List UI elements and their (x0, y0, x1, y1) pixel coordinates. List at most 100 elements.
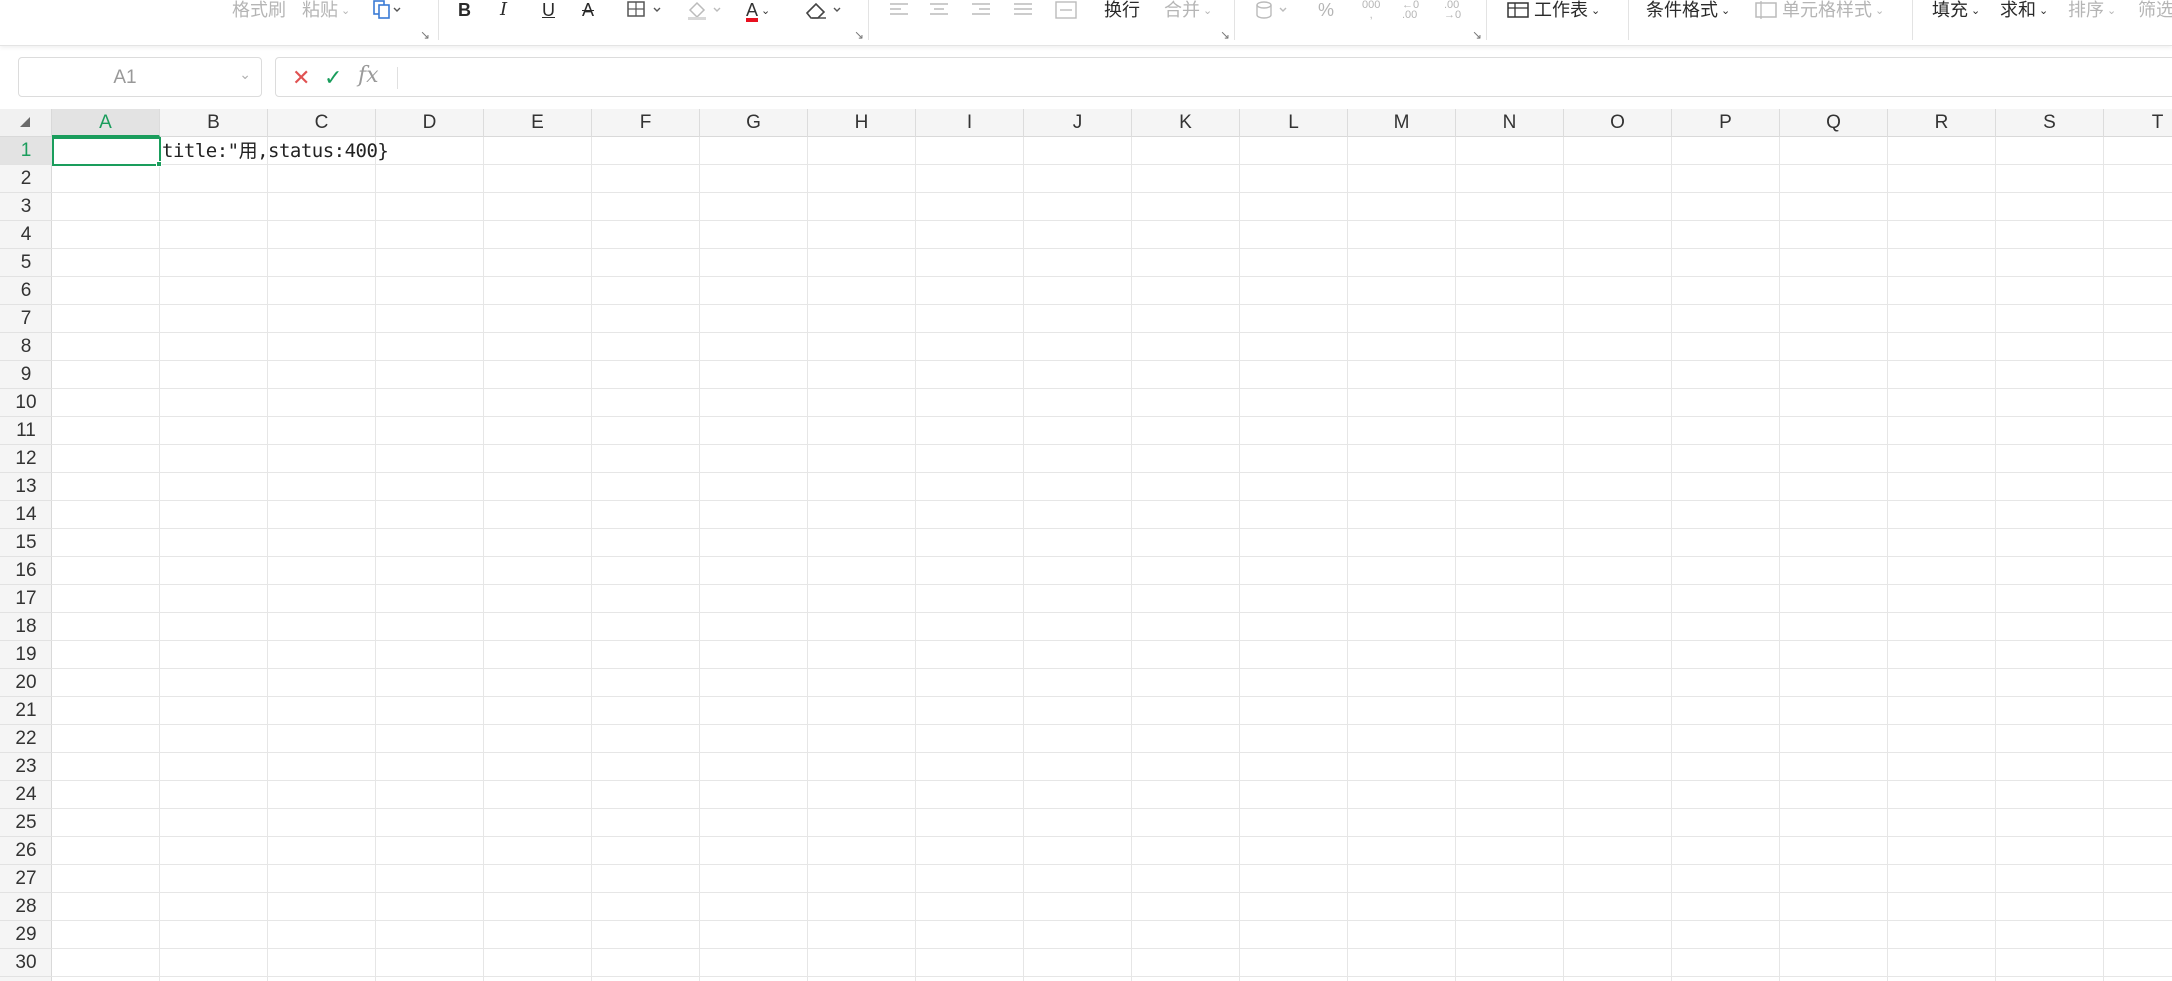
align-center-button[interactable] (928, 0, 950, 20)
active-cell-a1[interactable] (52, 137, 161, 166)
cell-b1[interactable]: title:"用,status:400} (162, 139, 389, 163)
row-header-14[interactable]: 14 (0, 501, 52, 529)
row-header-1[interactable]: 1 (0, 137, 52, 165)
column-header-g[interactable]: G (700, 109, 808, 137)
column-header-s[interactable]: S (1996, 109, 2104, 137)
row-header-30[interactable]: 30 (0, 949, 52, 977)
column-header-f[interactable]: F (592, 109, 700, 137)
column-header-b[interactable]: B (160, 109, 268, 137)
column-header-q[interactable]: Q (1780, 109, 1888, 137)
sum-label: 求和 (2000, 0, 2036, 20)
select-all-corner[interactable] (0, 109, 52, 137)
format-painter-button[interactable]: 格式刷 (232, 0, 286, 20)
chevron-down-icon: ⌄ (1721, 5, 1731, 17)
column-header-h[interactable]: H (808, 109, 916, 137)
conditional-format-button[interactable]: 条件格式 ⌄ (1646, 0, 1730, 20)
row-header-20[interactable]: 20 (0, 669, 52, 697)
row-header-8[interactable]: 8 (0, 333, 52, 361)
row-header-10[interactable]: 10 (0, 389, 52, 417)
decrease-decimal-button[interactable]: .00 →0 (1444, 0, 1461, 21)
align-right-button[interactable] (970, 0, 992, 20)
column-header-r[interactable]: R (1888, 109, 1996, 137)
row-header-4[interactable]: 4 (0, 221, 52, 249)
cancel-icon[interactable]: ✕ (292, 65, 310, 91)
bold-button[interactable]: B (458, 0, 471, 20)
underline-button[interactable]: U (542, 0, 555, 20)
row-header-17[interactable]: 17 (0, 585, 52, 613)
clear-button[interactable] (804, 0, 846, 20)
ribbon-separator (1234, 0, 1235, 40)
borders-button[interactable] (626, 0, 666, 20)
font-color-button[interactable]: A ⌄ (746, 0, 770, 22)
row-header-3[interactable]: 3 (0, 193, 52, 221)
row-header-25[interactable]: 25 (0, 809, 52, 837)
fill-handle[interactable] (156, 161, 162, 167)
merge-button[interactable]: 合并 ⌄ (1164, 0, 1212, 20)
justify-button[interactable] (1012, 0, 1034, 20)
column-header-d[interactable]: D (376, 109, 484, 137)
column-header-e[interactable]: E (484, 109, 592, 137)
percent-button[interactable]: % (1318, 0, 1334, 20)
sort-button[interactable]: 排序 ⌄ (2068, 0, 2116, 20)
row-header-28[interactable]: 28 (0, 893, 52, 921)
row-header-23[interactable]: 23 (0, 753, 52, 781)
confirm-icon[interactable]: ✓ (324, 65, 342, 91)
row-header-27[interactable]: 27 (0, 865, 52, 893)
number-launcher-icon[interactable]: ↘ (1472, 28, 1482, 42)
cell-style-button[interactable]: 单元格样式 ⌄ (1754, 0, 1884, 20)
number-format-button[interactable] (1254, 0, 1294, 20)
wrap-text-button[interactable]: 换行 (1104, 0, 1140, 20)
name-box[interactable]: A1 ⌄ (18, 57, 262, 97)
font-launcher-icon[interactable]: ↘ (854, 28, 864, 42)
sum-button[interactable]: 求和 ⌄ (2000, 0, 2048, 20)
column-header-m[interactable]: M (1348, 109, 1456, 137)
insert-function-icon[interactable]: fx (358, 63, 379, 88)
alignment-launcher-icon[interactable]: ↘ (1220, 28, 1230, 42)
align-left-button[interactable] (888, 0, 910, 20)
increase-decimal-button[interactable]: ←0.00 (1402, 0, 1419, 21)
row-header-11[interactable]: 11 (0, 417, 52, 445)
row-header-16[interactable]: 16 (0, 557, 52, 585)
filter-button[interactable]: 筛选 (2138, 0, 2172, 20)
row-header-5[interactable]: 5 (0, 249, 52, 277)
row-header-6[interactable]: 6 (0, 277, 52, 305)
row-header-24[interactable]: 24 (0, 781, 52, 809)
column-header-o[interactable]: O (1564, 109, 1672, 137)
paste-button[interactable]: 粘贴 ⌄ (302, 0, 350, 20)
row-header-13[interactable]: 13 (0, 473, 52, 501)
row-header-21[interactable]: 21 (0, 697, 52, 725)
column-header-t[interactable]: T (2104, 109, 2172, 137)
fill-button[interactable]: 填充 ⌄ (1932, 0, 1980, 20)
worksheet-button[interactable]: 工作表 ⌄ (1506, 0, 1600, 20)
column-header-a[interactable]: A (52, 109, 160, 137)
copy-format-icon (373, 0, 401, 19)
row-header-19[interactable]: 19 (0, 641, 52, 669)
distributed-align-button[interactable] (1054, 0, 1078, 20)
column-header-i[interactable]: I (916, 109, 1024, 137)
cell-grid[interactable]: title:"用,status:400} (52, 137, 2172, 981)
row-header-15[interactable]: 15 (0, 529, 52, 557)
paste-special-button[interactable] (372, 0, 402, 20)
column-header-k[interactable]: K (1132, 109, 1240, 137)
column-header-j[interactable]: J (1024, 109, 1132, 137)
chevron-down-icon[interactable]: ⌄ (239, 66, 251, 83)
fill-color-button[interactable] (686, 0, 726, 20)
row-header-9[interactable]: 9 (0, 361, 52, 389)
row-header-12[interactable]: 12 (0, 445, 52, 473)
row-header-29[interactable]: 29 (0, 921, 52, 949)
column-header-n[interactable]: N (1456, 109, 1564, 137)
row-header-22[interactable]: 22 (0, 725, 52, 753)
clipboard-launcher-icon[interactable]: ↘ (420, 28, 430, 42)
row-header-26[interactable]: 26 (0, 837, 52, 865)
strikethrough-button[interactable]: A (582, 0, 594, 20)
column-header-p[interactable]: P (1672, 109, 1780, 137)
thousands-separator-button[interactable]: 000, (1362, 0, 1380, 21)
italic-button[interactable]: I (500, 0, 507, 20)
column-header-l[interactable]: L (1240, 109, 1348, 137)
row-header-7[interactable]: 7 (0, 305, 52, 333)
column-header-c[interactable]: C (268, 109, 376, 137)
row-header-2[interactable]: 2 (0, 165, 52, 193)
increase-decimal-bottom: .00 (1402, 9, 1418, 21)
row-header-18[interactable]: 18 (0, 613, 52, 641)
ribbon-toolbar: 格式刷 粘贴 ⌄ ↘ B I U A A ⌄ ↘ 换行 合并 ⌄ ↘ % 000, ←… (0, 0, 2172, 46)
